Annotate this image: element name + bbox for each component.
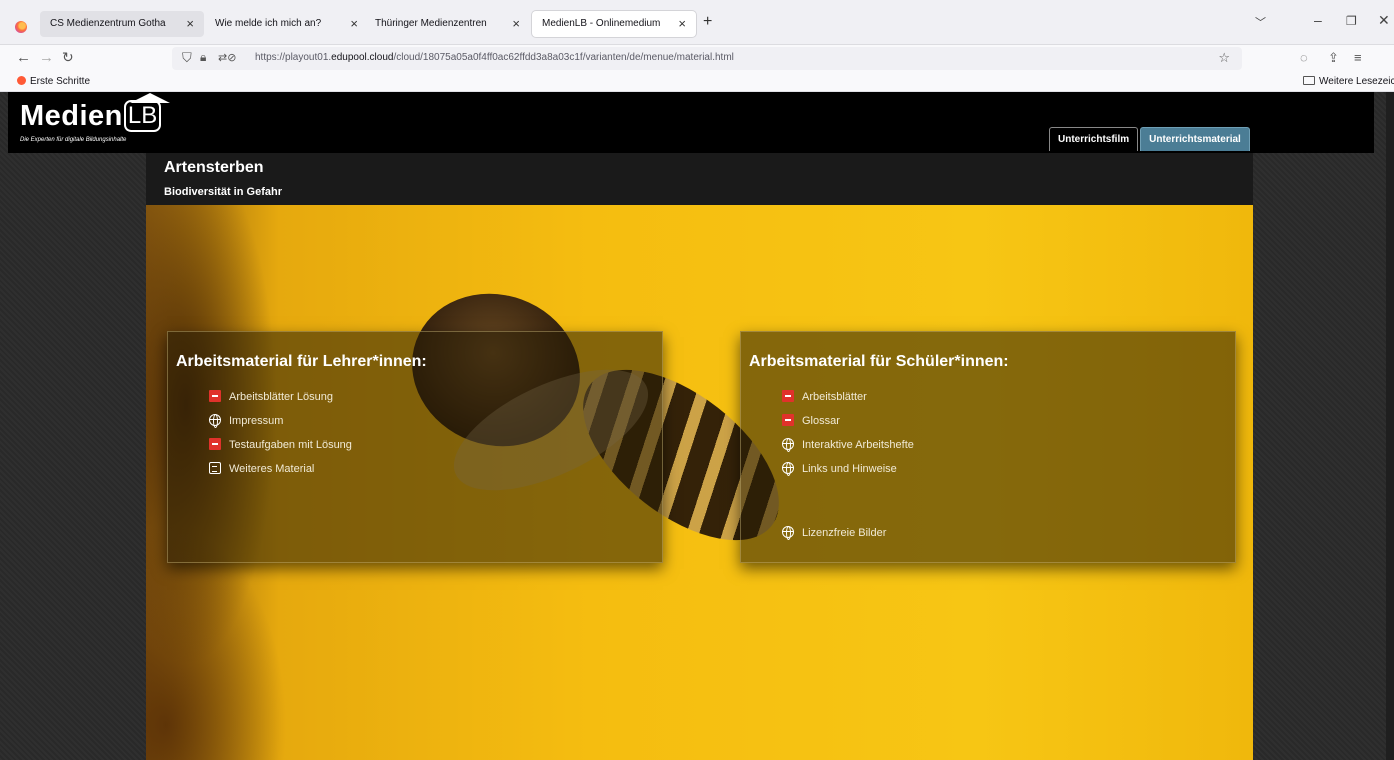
teacher-heading: Arbeitsmaterial für Lehrer*innen: bbox=[176, 353, 427, 370]
close-icon[interactable]: × bbox=[186, 16, 194, 31]
tab-unterrichtsmaterial[interactable]: Unterrichtsmaterial bbox=[1140, 127, 1250, 151]
student-material-panel: Arbeitsmaterial für Schüler*innen: Arbei… bbox=[740, 331, 1236, 563]
site-header: Medien LB Die Experten für digitale Bildu… bbox=[8, 92, 1374, 153]
chevron-down-icon[interactable]: ﹀ bbox=[1255, 14, 1266, 30]
student-item-glossar[interactable]: Glossar bbox=[782, 414, 840, 427]
tab-label: CS Medienzentrum Gotha bbox=[50, 18, 166, 29]
globe-icon bbox=[782, 526, 794, 540]
page-scrollbar[interactable] bbox=[1386, 92, 1394, 760]
teacher-material-panel: Arbeitsmaterial für Lehrer*innen: Arbeit… bbox=[167, 331, 663, 563]
reload-icon[interactable]: ↻ bbox=[62, 49, 74, 66]
content-tabs: Unterrichtsfilm Unterrichtsmaterial bbox=[1049, 127, 1252, 153]
restore-icon[interactable]: ❐ bbox=[1346, 14, 1357, 28]
teacher-item-impressum[interactable]: Impressum bbox=[209, 414, 283, 428]
firefox-icon[interactable] bbox=[15, 21, 27, 33]
pocket-icon[interactable]: ◌ bbox=[1300, 50, 1308, 65]
tab-label: Wie melde ich mich an? bbox=[215, 18, 322, 29]
page-content: Medien LB Die Experten für digitale Bildu… bbox=[0, 92, 1394, 760]
browser-nav-bar: ← → ↻ ⛉ 🔒︎ ⇄⊘ https://playout01.edupool.… bbox=[0, 45, 1394, 73]
globe-icon bbox=[209, 414, 221, 428]
pdf-icon bbox=[782, 390, 794, 402]
pdf-icon bbox=[209, 390, 221, 402]
browser-tab-3[interactable]: Thüringer Medienzentren × bbox=[365, 11, 530, 37]
teacher-item-testaufgaben[interactable]: Testaufgaben mit Lösung bbox=[209, 438, 352, 451]
bookmark-star-icon[interactable]: ☆ bbox=[1218, 50, 1230, 66]
globe-icon bbox=[782, 438, 794, 452]
share-icon[interactable]: ⇪ bbox=[1328, 50, 1339, 66]
globe-icon bbox=[782, 462, 794, 476]
close-icon[interactable]: × bbox=[678, 16, 686, 31]
bookmarks-bar: Erste Schritte Weitere Lesezeichen bbox=[0, 73, 1394, 92]
new-tab-icon[interactable]: + bbox=[703, 13, 712, 31]
back-arrow-icon[interactable]: ← bbox=[16, 49, 31, 66]
window-close-icon[interactable]: ✕ bbox=[1378, 12, 1390, 29]
student-item-links-hinweise[interactable]: Links und Hinweise bbox=[782, 462, 897, 476]
teacher-item-arbeitsblaetter-loesung[interactable]: Arbeitsblätter Lösung bbox=[209, 390, 333, 403]
tab-label: MedienLB - Onlinemedium bbox=[542, 18, 661, 29]
bookmark-folder-other[interactable]: Weitere Lesezeichen bbox=[1303, 76, 1394, 87]
close-icon[interactable]: × bbox=[512, 16, 520, 31]
minimize-icon[interactable]: – bbox=[1314, 12, 1322, 28]
hero-bee-image: Arbeitsmaterial für Lehrer*innen: Arbeit… bbox=[146, 205, 1253, 760]
tab-unterrichtsfilm[interactable]: Unterrichtsfilm bbox=[1049, 127, 1139, 151]
medienlb-logo[interactable]: Medien LB Die Experten für digitale Bildu… bbox=[20, 93, 190, 148]
document-icon bbox=[209, 462, 221, 474]
browser-tab-2[interactable]: Wie melde ich mich an? × bbox=[205, 11, 368, 37]
permissions-icon[interactable]: ⇄⊘ bbox=[218, 51, 236, 64]
tab-label: Thüringer Medienzentren bbox=[375, 18, 487, 29]
bookmark-erste-schritte[interactable]: Erste Schritte bbox=[17, 76, 90, 87]
browser-tab-bar: CS Medienzentrum Gotha × Wie melde ich m… bbox=[0, 0, 1394, 45]
url-bar[interactable]: ⛉ 🔒︎ ⇄⊘ https://playout01.edupool.cloud/… bbox=[172, 47, 1242, 70]
menu-icon[interactable]: ≡ bbox=[1354, 50, 1362, 65]
lock-icon[interactable]: 🔒︎ bbox=[200, 50, 206, 65]
folder-icon bbox=[1303, 76, 1315, 85]
url-text[interactable]: https://playout01.edupool.cloud/cloud/18… bbox=[255, 52, 734, 63]
browser-tab-4-active[interactable]: MedienLB - Onlinemedium × bbox=[532, 11, 696, 37]
student-item-arbeitsblaetter[interactable]: Arbeitsblätter bbox=[782, 390, 867, 403]
student-item-interaktive-arbeitshefte[interactable]: Interaktive Arbeitshefte bbox=[782, 438, 914, 452]
browser-tab-1[interactable]: CS Medienzentrum Gotha × bbox=[40, 11, 204, 37]
student-item-lizenzfreie-bilder[interactable]: Lizenzfreie Bilder bbox=[782, 526, 886, 540]
student-heading: Arbeitsmaterial für Schüler*innen: bbox=[749, 353, 1009, 370]
pdf-icon bbox=[782, 414, 794, 426]
page-title: Artensterben bbox=[164, 159, 264, 176]
forward-arrow-icon[interactable]: → bbox=[39, 49, 54, 66]
teacher-item-weiteres-material[interactable]: Weiteres Material bbox=[209, 462, 314, 475]
page-subtitle: Biodiversität in Gefahr bbox=[164, 186, 282, 198]
close-icon[interactable]: × bbox=[350, 16, 358, 31]
pdf-icon bbox=[209, 438, 221, 450]
firefox-bookmark-icon bbox=[17, 76, 26, 85]
shield-icon[interactable]: ⛉ bbox=[182, 50, 192, 66]
title-bar: Artensterben Biodiversität in Gefahr bbox=[146, 153, 1253, 205]
